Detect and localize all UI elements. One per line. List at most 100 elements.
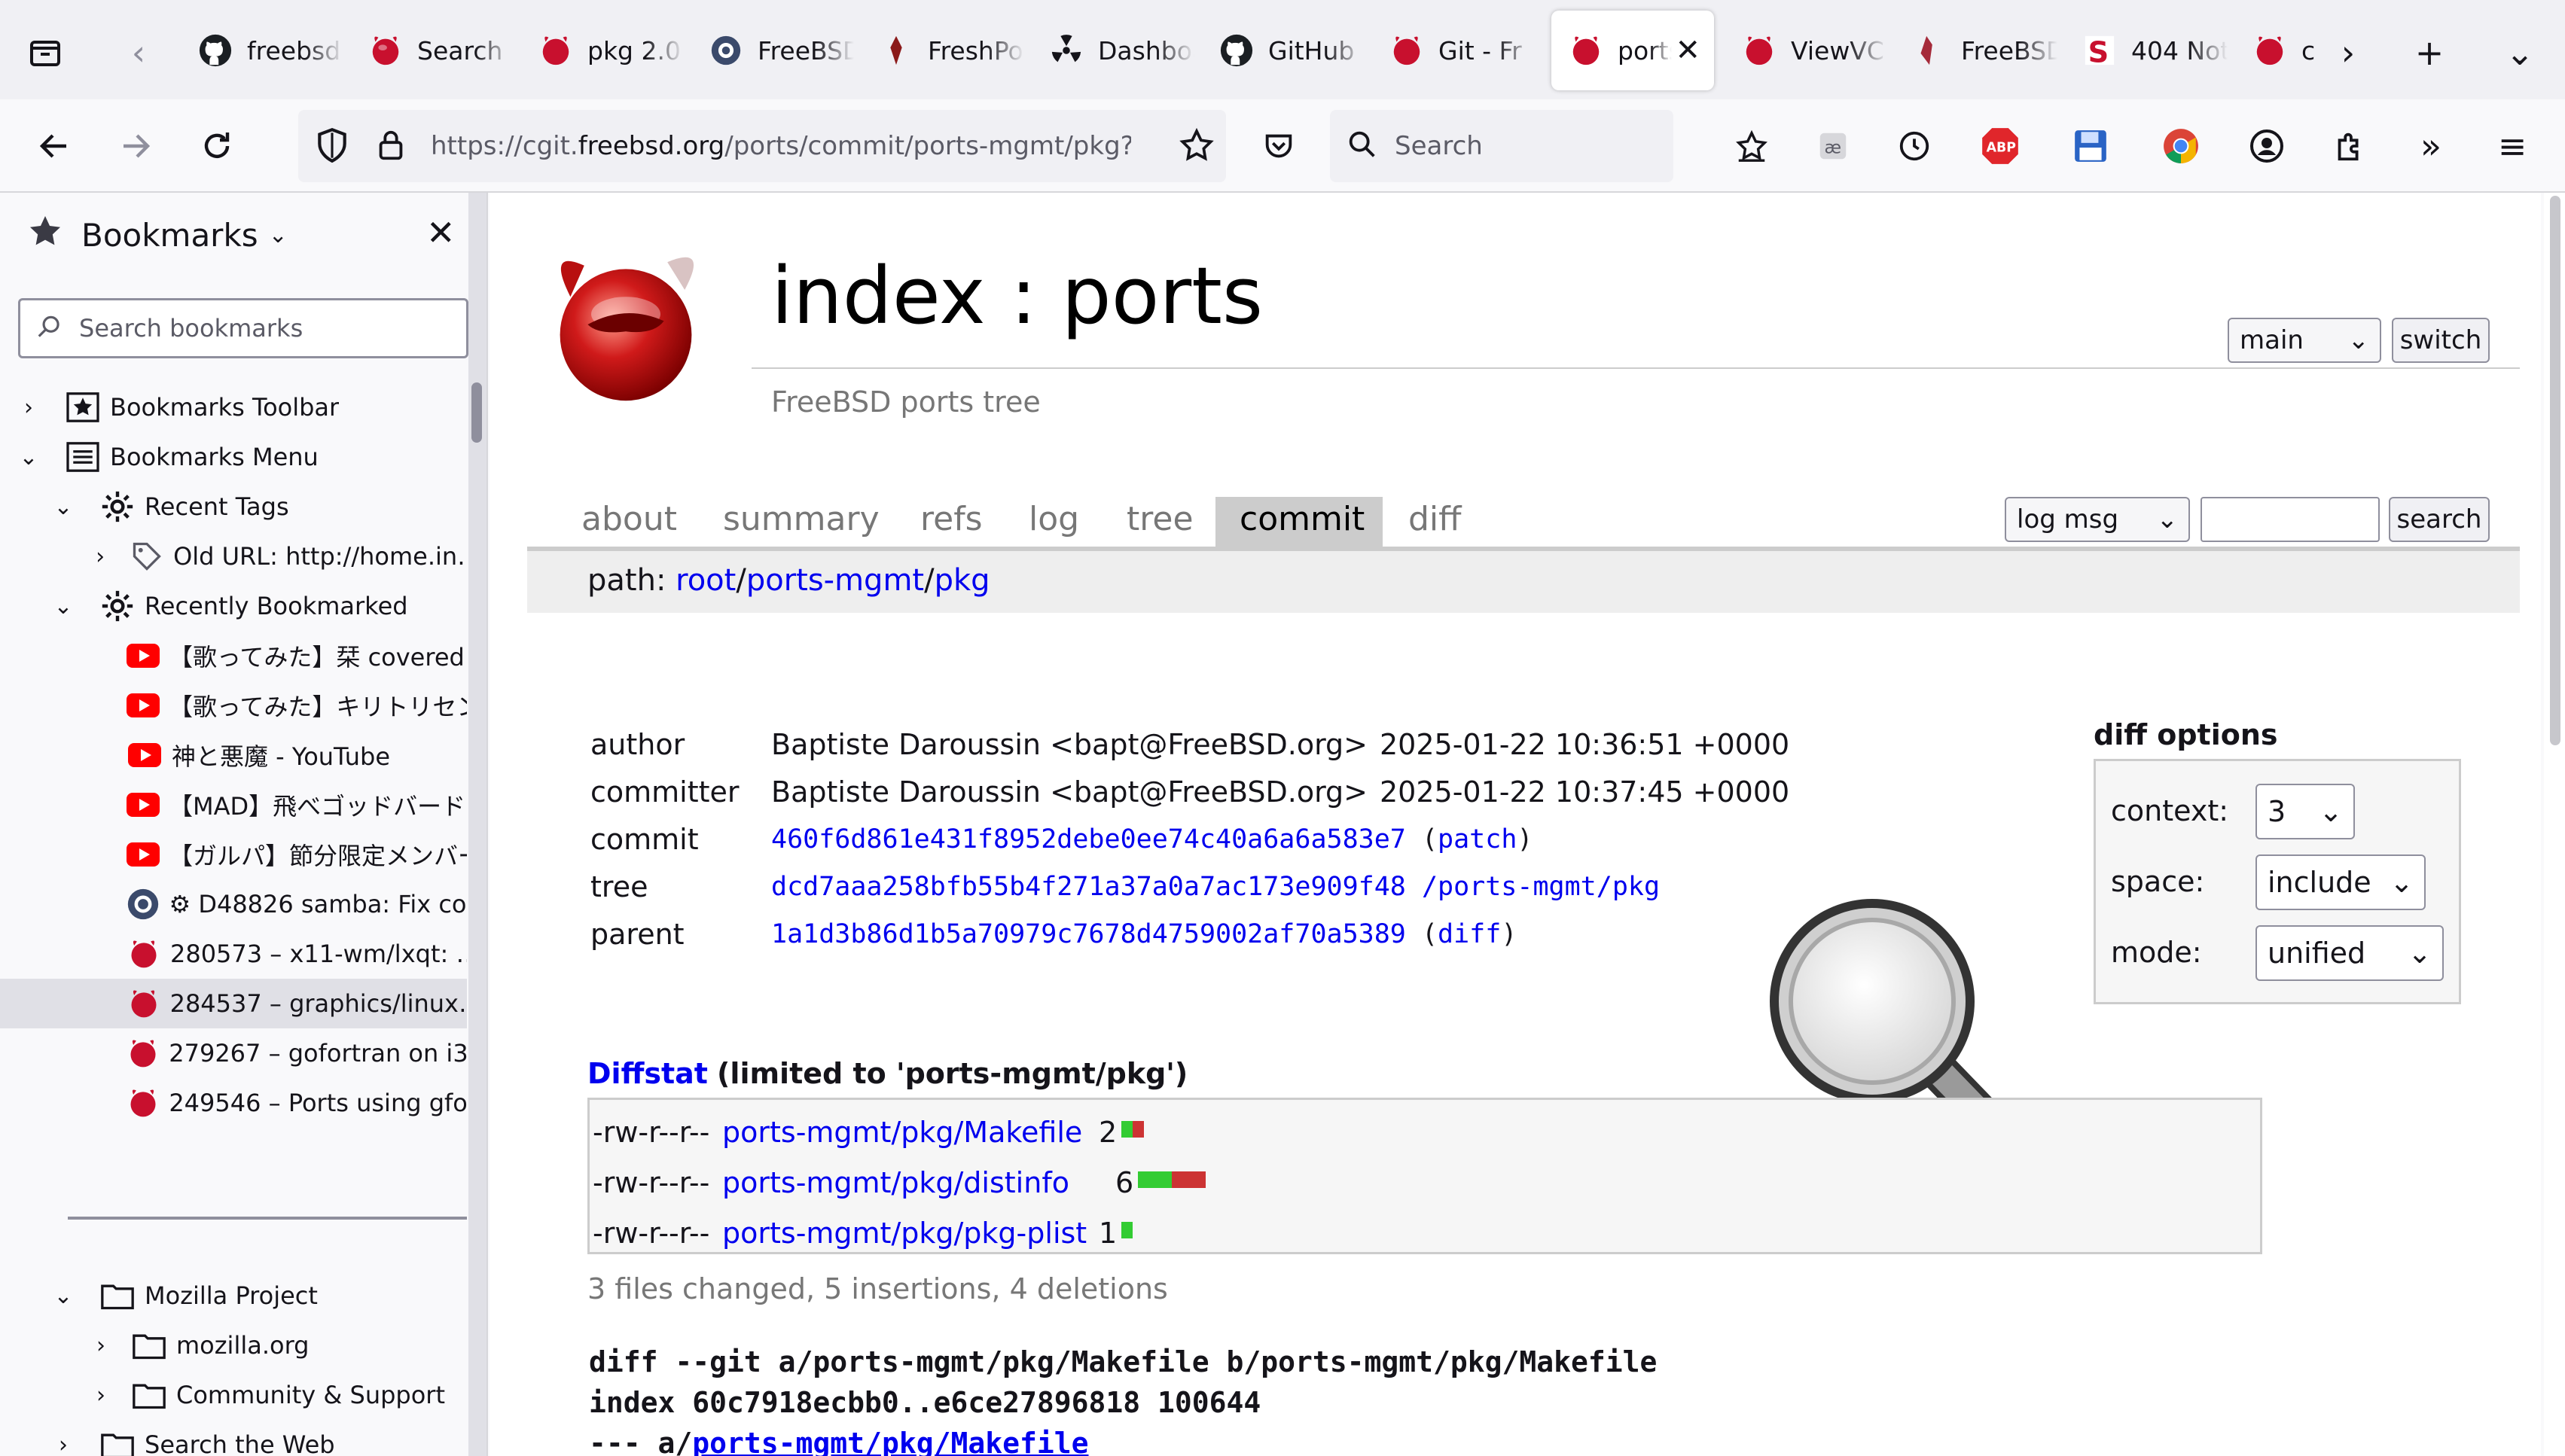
- search-bar[interactable]: Search: [1330, 110, 1673, 182]
- bookmark-item-selected[interactable]: 284537 – graphics/linux…: [0, 979, 467, 1028]
- sidebar-scrollbar-thumb[interactable]: [471, 382, 482, 443]
- sidebar-header[interactable]: Bookmarks ⌄: [0, 193, 486, 277]
- patch-link[interactable]: patch: [1438, 824, 1517, 854]
- bookmark-item[interactable]: 【MAD】飛べゴッドバード …: [127, 780, 467, 830]
- hamburger-menu-icon[interactable]: ≡: [2485, 119, 2539, 173]
- mode-select[interactable]: unified ⌄: [2255, 925, 2444, 981]
- tab-404[interactable]: S 404 Not: [2065, 11, 2228, 90]
- bookmark-item[interactable]: 神と悪魔 - YouTube: [127, 730, 467, 780]
- account-icon[interactable]: [2240, 119, 2294, 173]
- tab-about[interactable]: about: [581, 500, 677, 538]
- bookmark-item[interactable]: 279267 – gofortran on i3…: [127, 1028, 467, 1078]
- url-text[interactable]: https://cgit.freebsd.org/ports/commit/po…: [431, 131, 1131, 161]
- chrome-icon[interactable]: [2154, 119, 2208, 173]
- forward-arrow-icon[interactable]: [108, 119, 163, 173]
- path-root-link[interactable]: root: [676, 563, 736, 598]
- bookmark-item[interactable]: 【ガルパ】節分限定メンバー…: [127, 830, 467, 879]
- extensions-puzzle-icon[interactable]: [2323, 119, 2377, 173]
- commit-hash-link[interactable]: 460f6d861e431f8952debe0ee74c40a6a6a583e7: [771, 824, 1406, 854]
- tree-hash-link[interactable]: dcd7aaa258bfb55b4f271a37a0a7ac173e909f48: [771, 872, 1406, 902]
- tab-search[interactable]: Search: [351, 11, 514, 90]
- tab-refs[interactable]: refs: [920, 500, 983, 538]
- recent-tags-folder[interactable]: ⌄ Recent Tags: [50, 482, 467, 532]
- tree-path-link[interactable]: /ports-mgmt/pkg: [1422, 872, 1660, 902]
- url-bar[interactable]: https://cgit.freebsd.org/ports/commit/po…: [298, 110, 1226, 182]
- tab-pkg[interactable]: pkg 2.0: [521, 11, 684, 90]
- close-tab-icon[interactable]: ✕: [1675, 33, 1700, 68]
- search-query-input[interactable]: [2201, 497, 2380, 542]
- back-arrow-icon[interactable]: [27, 119, 81, 173]
- close-icon[interactable]: ✕: [426, 212, 456, 253]
- adblock-plus-icon[interactable]: ABP: [1973, 119, 2027, 173]
- file-path-link[interactable]: ports-mgmt/pkg/distinfo: [722, 1166, 1069, 1199]
- overflow-chevrons-icon[interactable]: »: [2404, 119, 2458, 173]
- parent-diff-link[interactable]: diff: [1438, 919, 1501, 949]
- tab-freebsd-phab[interactable]: FreeBSD: [691, 11, 854, 90]
- tab-github[interactable]: GitHub: [1202, 11, 1365, 90]
- bookmark-item[interactable]: 【歌ってみた】キリトリセン c…: [127, 681, 467, 730]
- bookmark-item[interactable]: ⚙ D48826 samba: Fix co…: [127, 879, 467, 929]
- tab-log[interactable]: log: [1029, 500, 1079, 538]
- tab-diff[interactable]: diff: [1408, 500, 1461, 538]
- tab-git-freebsd[interactable]: Git - Fr: [1372, 11, 1535, 90]
- bookmark-item[interactable]: 280573 – x11-wm/lxqt: …: [127, 929, 467, 979]
- firefox-view-icon[interactable]: [11, 14, 80, 92]
- recently-bookmarked-folder[interactable]: ⌄ Recently Bookmarked: [50, 581, 467, 631]
- bookmarks-toolbar-folder[interactable]: › Bookmarks Toolbar: [15, 382, 467, 432]
- tab-commit-active[interactable]: commit: [1215, 497, 1383, 551]
- space-select[interactable]: include ⌄: [2255, 854, 2426, 910]
- path-port-link[interactable]: pkg: [935, 563, 990, 598]
- branch-select[interactable]: main ⌄: [2228, 318, 2381, 363]
- tab-c[interactable]: c: [2235, 11, 2326, 90]
- bookmarks-menu-icon[interactable]: [1725, 119, 1779, 173]
- search-button[interactable]: search: [2389, 497, 2490, 542]
- scroll-tabs-left-icon[interactable]: ‹: [104, 14, 173, 92]
- tab-tree[interactable]: tree: [1127, 500, 1194, 538]
- mozilla-org-folder[interactable]: › mozilla.org: [87, 1320, 467, 1370]
- tracking-protection-shield-icon[interactable]: [313, 126, 351, 167]
- bookmark-label: 280573 – x11-wm/lxqt: …: [169, 940, 467, 968]
- page-scrollbar-thumb[interactable]: [2550, 196, 2560, 745]
- list-all-tabs-chevron-icon[interactable]: ⌄: [2485, 14, 2554, 92]
- bookmark-item[interactable]: 【歌ってみた】栞 covered b…: [127, 631, 467, 681]
- scroll-tabs-right-icon[interactable]: ›: [2313, 14, 2383, 92]
- tab-viewvc[interactable]: ViewVC: [1725, 11, 1887, 90]
- search-bookmarks-input[interactable]: Search bookmarks: [18, 298, 468, 358]
- path-category-link[interactable]: ports-mgmt: [746, 563, 924, 598]
- reload-icon[interactable]: [190, 119, 244, 173]
- save-floppy-icon[interactable]: [2063, 119, 2118, 173]
- new-tab-plus-icon[interactable]: +: [2395, 14, 2464, 92]
- search-type-select[interactable]: log msg ⌄: [2005, 497, 2190, 542]
- tab-ports-active[interactable]: ports✕: [1551, 11, 1714, 90]
- community-support-folder[interactable]: › Community & Support: [87, 1370, 467, 1420]
- page-subtitle: FreeBSD ports tree: [771, 385, 1041, 419]
- search-the-web-folder[interactable]: › Search the Web: [50, 1420, 467, 1456]
- freebsd-beastie-icon: [538, 32, 574, 69]
- diff-header: diff --git a/ports-mgmt/pkg/Makefile b/p…: [589, 1342, 1657, 1456]
- tab-freebsd-wiki[interactable]: FreeBSD: [1895, 11, 2057, 90]
- freebsd-logo[interactable]: [539, 238, 712, 414]
- tab-dashboard[interactable]: Dashboard: [1032, 11, 1194, 90]
- reader-extension-icon[interactable]: æ: [1806, 119, 1860, 173]
- pocket-icon[interactable]: [1252, 119, 1306, 173]
- mozilla-project-folder[interactable]: ⌄ Mozilla Project: [50, 1271, 467, 1320]
- file-path-link[interactable]: ports-mgmt/pkg/pkg-plist: [722, 1217, 1087, 1250]
- old-url-tag[interactable]: › Old URL: http://home.in…: [87, 532, 467, 581]
- bookmarks-menu-folder[interactable]: ⌄ Bookmarks Menu: [15, 432, 467, 482]
- history-clock-icon[interactable]: [1887, 119, 1941, 173]
- folder-icon: [99, 1278, 136, 1314]
- diff-minus-path-link[interactable]: ports-mgmt/pkg/Makefile: [692, 1427, 1088, 1456]
- tab-freebsd-github[interactable]: freebsd: [181, 11, 343, 90]
- bookmark-item[interactable]: 249546 – Ports using gfo…: [127, 1078, 467, 1128]
- tab-summary[interactable]: summary: [723, 500, 880, 538]
- diffstat-link[interactable]: Diffstat: [587, 1057, 708, 1090]
- file-path-link[interactable]: ports-mgmt/pkg/Makefile: [722, 1116, 1082, 1149]
- bookmark-star-icon[interactable]: [1178, 126, 1215, 167]
- github-icon: [197, 32, 233, 69]
- switch-button[interactable]: switch: [2392, 318, 2490, 363]
- tab-freshports[interactable]: FreshPorts: [862, 11, 1024, 90]
- parent-hash-link[interactable]: 1a1d3b86d1b5a70979c7678d4759002af70a5389: [771, 919, 1406, 949]
- lock-icon[interactable]: [374, 126, 408, 167]
- github-icon: [1218, 32, 1255, 69]
- context-select[interactable]: 3 ⌄: [2255, 784, 2355, 839]
